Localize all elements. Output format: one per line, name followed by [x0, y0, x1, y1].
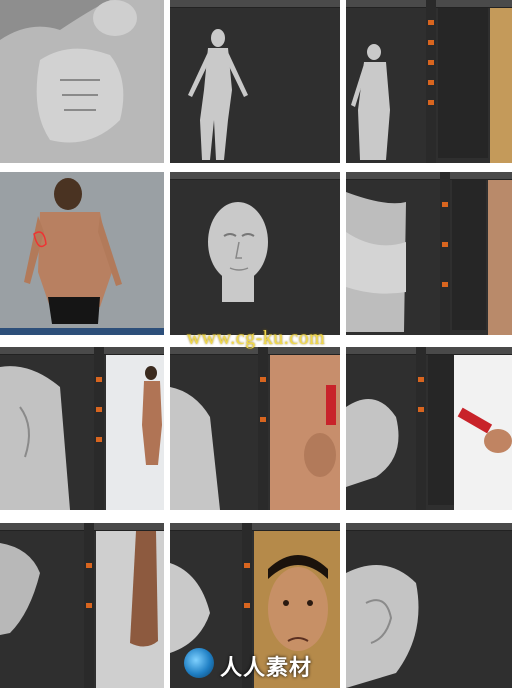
ear-sculpt [346, 565, 419, 688]
thumb-arm-with-reference[interactable] [346, 347, 512, 510]
site-logo: 人人素材 [184, 648, 334, 680]
head-sculpt [208, 202, 268, 302]
thumb-chest-with-reference[interactable] [170, 347, 340, 510]
thumb-head-sculpt[interactable] [170, 172, 340, 335]
thumb-back-view-sculpt-ui[interactable] [346, 0, 512, 163]
reference-photo [270, 355, 340, 510]
full-body-sculpt [188, 29, 248, 160]
settings-panel [452, 180, 486, 330]
watermark-text: www.cg-ku.com [186, 327, 326, 349]
tool-palette [94, 347, 104, 510]
thumb-reference-photo-back[interactable] [0, 172, 164, 335]
reference-photo [454, 355, 512, 510]
thumb-foot-with-reference[interactable] [0, 523, 164, 688]
settings-panel [428, 355, 454, 505]
arm-sculpt [346, 399, 399, 487]
thumb-back-detail-with-reference[interactable] [0, 347, 164, 510]
tool-palette [84, 523, 94, 688]
tool-palette [440, 172, 450, 335]
hip-sculpt [346, 192, 406, 332]
thumb-hip-cloth-sculpt[interactable] [346, 172, 512, 335]
foot-sculpt [0, 543, 40, 635]
tool-palette [258, 347, 268, 510]
logo-text: 人人素材 [220, 655, 313, 680]
reference-photo [106, 355, 164, 510]
logo-icon [184, 648, 214, 678]
reference-image-strip [490, 8, 512, 163]
settings-panel [438, 8, 488, 158]
thumb-muscular-torso-sculpt[interactable] [0, 0, 164, 163]
reference-photo [0, 172, 164, 335]
reference-image-strip [488, 180, 512, 335]
back-detail-sculpt [0, 366, 70, 510]
tool-palette [416, 347, 426, 510]
thumb-ear-sculpt[interactable] [346, 523, 512, 688]
chest-sculpt [170, 387, 220, 510]
torso-sculpt-render [0, 0, 164, 163]
reference-photo [96, 531, 164, 688]
thumb-full-body-sculpt-front[interactable] [170, 0, 340, 163]
back-sculpt [351, 44, 390, 160]
tool-palette [426, 0, 436, 163]
